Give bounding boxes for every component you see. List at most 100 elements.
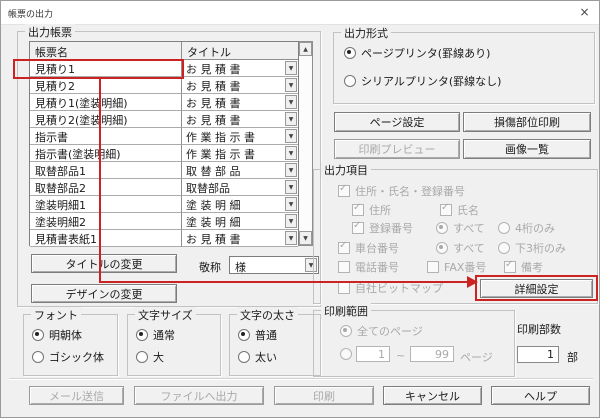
radio-label: 太い (255, 351, 277, 364)
print-range-group: 印刷範囲 全てのページ 1 ~ 99 ページ (313, 303, 515, 377)
checkbox-address-name-reg: 住所・氏名・登録番号 (338, 183, 465, 199)
title-value: 塗 装 明 細 (186, 216, 241, 229)
radio-icon (344, 47, 356, 59)
radio-size-large[interactable]: 大 (136, 349, 164, 365)
report-name-cell[interactable]: 見積り2 (30, 77, 182, 94)
checkbox-icon (352, 220, 364, 234)
radio-label: 大 (153, 351, 164, 364)
table-row: 見積書表紙1 お 見 積 書 ▼ (30, 230, 298, 247)
close-icon[interactable]: × (577, 5, 592, 20)
checkbox-remarks: 備考 (504, 259, 543, 275)
title-dropdown-cell[interactable]: お 見 積 書 ▼ (182, 77, 298, 94)
checkbox-label: FAX番号 (444, 261, 487, 274)
title-dropdown-cell[interactable]: 取替部品 ▼ (182, 179, 298, 196)
title-value: 作 業 指 示 書 (186, 131, 255, 144)
report-name-cell[interactable]: 塗装明細1 (30, 196, 182, 213)
print-range-group-label: 印刷範囲 (321, 303, 371, 319)
chevron-down-icon[interactable]: ▼ (285, 78, 297, 92)
chevron-down-icon[interactable]: ▼ (285, 129, 297, 143)
honorific-combobox[interactable]: 様 ▼ (229, 256, 319, 274)
table-row: 指示書(塗装明細) 作 業 指 示 書 ▼ (30, 145, 298, 162)
chevron-down-icon[interactable]: ▼ (285, 214, 297, 228)
copies-input[interactable]: 1 (517, 346, 559, 363)
checkbox-icon (338, 282, 350, 294)
table-row: 指示書 作 業 指 示 書 ▼ (30, 128, 298, 145)
char-size-group: 文字サイズ 通常 大 (127, 307, 221, 376)
title-value: お 見 積 書 (186, 63, 241, 76)
chevron-down-icon[interactable]: ▼ (285, 112, 297, 126)
report-name-cell[interactable]: 指示書(塗装明細) (30, 145, 182, 162)
table-scrollbar[interactable]: ▲ ▼ (299, 41, 313, 246)
title-dropdown-cell[interactable]: 作 業 指 示 書 ▼ (182, 145, 298, 162)
chevron-down-icon[interactable]: ▼ (285, 197, 297, 211)
chevron-down-icon[interactable]: ▼ (285, 95, 297, 109)
table-row: 見積り1(塗装明細) お 見 積 書 ▼ (30, 94, 298, 111)
radio-mincho[interactable]: 明朝体 (32, 327, 82, 343)
pages-label: ページ (460, 351, 493, 364)
report-name-cell[interactable]: 見積り1(塗装明細) (30, 94, 182, 111)
radio-gothic[interactable]: ゴシック体 (32, 349, 104, 365)
char-size-group-label: 文字サイズ (135, 307, 196, 323)
annotation-box-detail-settings (475, 275, 598, 301)
title-dropdown-cell[interactable]: 作 業 指 示 書 ▼ (182, 128, 298, 145)
radio-page-range (340, 348, 352, 360)
change-title-button[interactable]: タイトルの変更 (31, 254, 177, 273)
checkbox-name: 氏名 (440, 202, 479, 218)
radio-weight-normal[interactable]: 普通 (238, 327, 277, 343)
char-weight-group-label: 文字の太さ (237, 307, 298, 323)
chevron-down-icon[interactable]: ▼ (285, 163, 297, 177)
title-dropdown-cell[interactable]: お 見 積 書 ▼ (182, 94, 298, 111)
title-value: お 見 積 書 (186, 114, 241, 127)
copies-unit-label: 部 (567, 351, 578, 364)
scroll-up-icon[interactable]: ▲ (299, 42, 312, 56)
title-dropdown-cell[interactable]: 塗 装 明 細 ▼ (182, 213, 298, 230)
damage-area-print-button[interactable]: 損傷部位印刷 (463, 112, 591, 132)
title-bar: 帳票の出力 × (1, 1, 599, 25)
title-dropdown-cell[interactable]: お 見 積 書 ▼ (182, 111, 298, 128)
page-setup-button[interactable]: ページ設定 (334, 112, 460, 132)
checkbox-icon (352, 202, 364, 216)
char-weight-group: 文字の太さ 普通 太い (229, 307, 321, 376)
report-name-cell[interactable]: 見積書表紙1 (30, 230, 182, 247)
checkbox-label: 登録番号 (369, 222, 413, 235)
report-name-cell[interactable]: 指示書 (30, 128, 182, 145)
title-dropdown-cell[interactable]: 取 替 部 品 ▼ (182, 162, 298, 179)
radio-serial-printer[interactable]: シリアルプリンタ(罫線なし) (344, 73, 501, 89)
title-dropdown-cell[interactable]: お 見 積 書 ▼ (182, 230, 298, 247)
chevron-down-icon[interactable]: ▼ (285, 180, 297, 194)
radio-page-printer[interactable]: ページプリンタ(罫線あり) (344, 45, 490, 61)
checkbox-icon (427, 261, 439, 273)
checkbox-icon (440, 202, 452, 216)
honorific-label: 敬称 (199, 261, 221, 274)
change-design-button[interactable]: デザインの変更 (31, 284, 177, 303)
title-value: お 見 積 書 (186, 97, 241, 110)
report-name-cell[interactable]: 塗装明細2 (30, 213, 182, 230)
image-list-button[interactable]: 画像一覧 (463, 139, 591, 159)
scroll-down-icon[interactable]: ▼ (299, 231, 312, 245)
radio-size-normal[interactable]: 通常 (136, 327, 175, 343)
table-row: 塗装明細1 塗 装 明 細 ▼ (30, 196, 298, 213)
title-dropdown-cell[interactable]: 塗 装 明 細 ▼ (182, 196, 298, 213)
radio-icon (136, 351, 148, 363)
font-group-label: フォント (31, 307, 81, 323)
divider (9, 378, 593, 379)
checkbox-fax: FAX番号 (427, 259, 486, 275)
radio-icon (238, 351, 250, 363)
help-button[interactable]: ヘルプ (491, 386, 590, 405)
output-format-group-label: 出力形式 (341, 25, 391, 41)
radio-reg-all: すべて (436, 220, 485, 236)
radio-weight-bold[interactable]: 太い (238, 349, 277, 365)
chevron-down-icon[interactable]: ▼ (285, 146, 297, 160)
title-value: 取 替 部 品 (186, 165, 241, 178)
annotation-line-horizontal (99, 281, 468, 283)
radio-icon (436, 222, 448, 234)
column-header-report-name: 帳票名 (30, 42, 182, 60)
chevron-down-icon[interactable]: ▼ (285, 61, 297, 75)
radio-chassis-all: すべて (436, 240, 485, 256)
report-name-cell[interactable]: 見積り2(塗装明細) (30, 111, 182, 128)
report-name-cell[interactable]: 取替部品1 (30, 162, 182, 179)
report-name-cell[interactable]: 取替部品2 (30, 179, 182, 196)
title-dropdown-cell[interactable]: お 見 積 書 ▼ (182, 60, 298, 77)
chevron-down-icon[interactable]: ▼ (285, 231, 297, 245)
cancel-button[interactable]: キャンセル (383, 386, 482, 405)
